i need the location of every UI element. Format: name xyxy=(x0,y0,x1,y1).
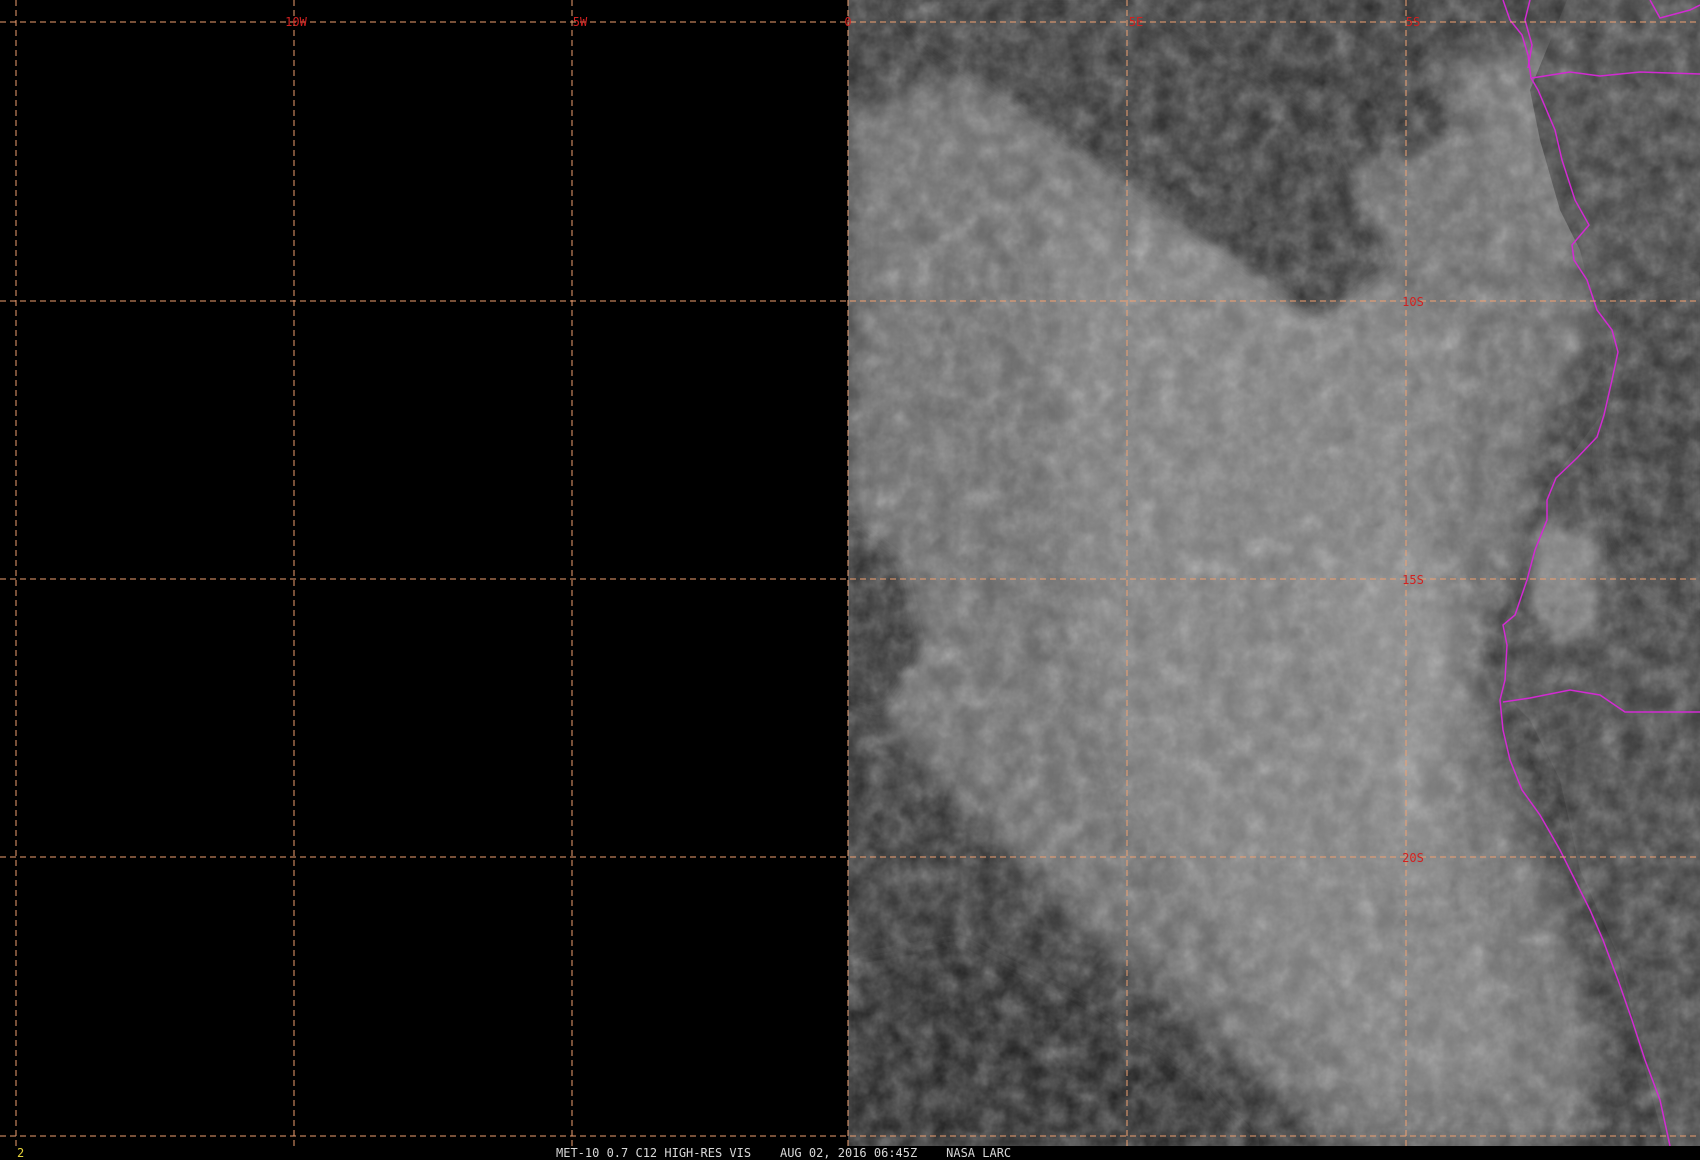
no-data-region xyxy=(0,0,848,1146)
frame-number: 2 xyxy=(17,1146,25,1160)
longitude-label: 5E xyxy=(1129,15,1143,29)
latitude-label: 10S xyxy=(1402,295,1424,309)
longitude-label: 10W xyxy=(285,15,307,29)
satellite-image-viewer[interactable]: 10W 5W 0 5E 5S 10S 15S 20S 2 MET-10 0.7 C12 HIG… xyxy=(0,0,1700,1160)
longitude-label: 0 xyxy=(844,15,851,29)
longitude-label: 5S xyxy=(1406,15,1420,29)
image-caption: MET-10 0.7 C12 HIGH-RES VIS AUG 02, 2016… xyxy=(556,1146,1012,1160)
latitude-label: 20S xyxy=(1402,851,1424,865)
satellite-map[interactable]: 10W 5W 0 5E 5S 10S 15S 20S xyxy=(0,0,1700,1160)
status-bar: 2 MET-10 0.7 C12 HIGH-RES VIS AUG 02, 20… xyxy=(0,1146,1700,1160)
latitude-label: 15S xyxy=(1402,573,1424,587)
cloud-texture-overlay xyxy=(848,0,1700,1146)
longitude-label: 5W xyxy=(573,15,588,29)
satellite-imagery xyxy=(0,0,1700,1146)
